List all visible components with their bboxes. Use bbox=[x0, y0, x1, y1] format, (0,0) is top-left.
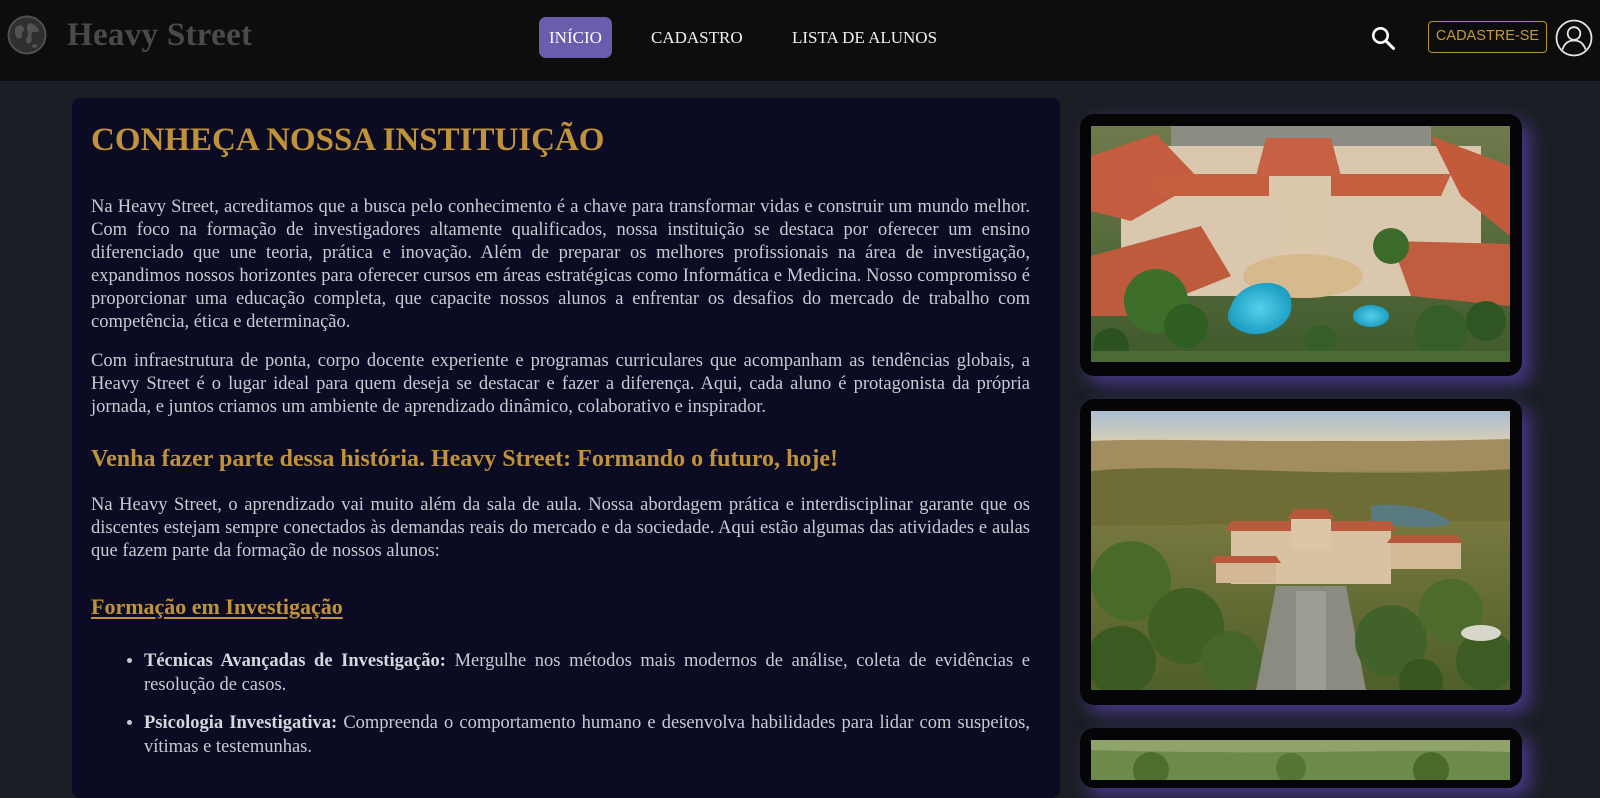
nav-lista-de-alunos[interactable]: LISTA DE ALUNOS bbox=[792, 17, 937, 58]
nav-cadastro[interactable]: CADASTRO bbox=[651, 17, 743, 58]
list-item: Técnicas Avançadas de Investigação: Merg… bbox=[144, 649, 1030, 697]
user-icon[interactable] bbox=[1555, 19, 1593, 57]
resort-pool-photo bbox=[1091, 126, 1510, 362]
brand-logo-text[interactable]: Heavy Street bbox=[67, 17, 252, 54]
formacao-investigacao-link[interactable]: Formação em Investigação bbox=[91, 593, 343, 621]
nav-inicio[interactable]: INÍCIO bbox=[539, 17, 612, 58]
list-item-title: Psicologia Investigativa: bbox=[144, 713, 338, 733]
list-item-title: Técnicas Avançadas de Investigação: bbox=[144, 651, 446, 671]
infrastructure-paragraph: Com infraestrutura de ponta, corpo docen… bbox=[91, 351, 1030, 417]
search-icon[interactable] bbox=[1370, 25, 1396, 51]
top-navbar: Heavy Street INÍCIO CADASTRO LISTA DE AL… bbox=[0, 0, 1600, 81]
photo-card-resort-pool bbox=[1080, 114, 1522, 376]
activities-list: Técnicas Avançadas de Investigação: Merg… bbox=[91, 649, 1030, 759]
learning-paragraph: Na Heavy Street, o aprendizado vai muito… bbox=[91, 495, 1030, 561]
resort-landscape-photo bbox=[1091, 411, 1510, 690]
institution-card: CONHEÇA NOSSA INSTITUIÇÃO Na Heavy Stree… bbox=[72, 98, 1060, 798]
aerial-photo-3 bbox=[1091, 740, 1510, 780]
photo-card-resort-landscape bbox=[1080, 399, 1522, 705]
list-item: Psicologia Investigativa: Compreenda o c… bbox=[144, 711, 1030, 759]
page-title: CONHEÇA NOSSA INSTITUIÇÃO bbox=[91, 122, 605, 158]
photo-card-aerial-3 bbox=[1080, 728, 1522, 788]
signup-button[interactable]: CADASTRE-SE bbox=[1428, 21, 1547, 53]
intro-paragraph: Na Heavy Street, acreditamos que a busca… bbox=[91, 197, 1030, 332]
tagline-heading: Venha fazer parte dessa história. Heavy … bbox=[91, 446, 839, 472]
globe-icon bbox=[7, 15, 47, 55]
